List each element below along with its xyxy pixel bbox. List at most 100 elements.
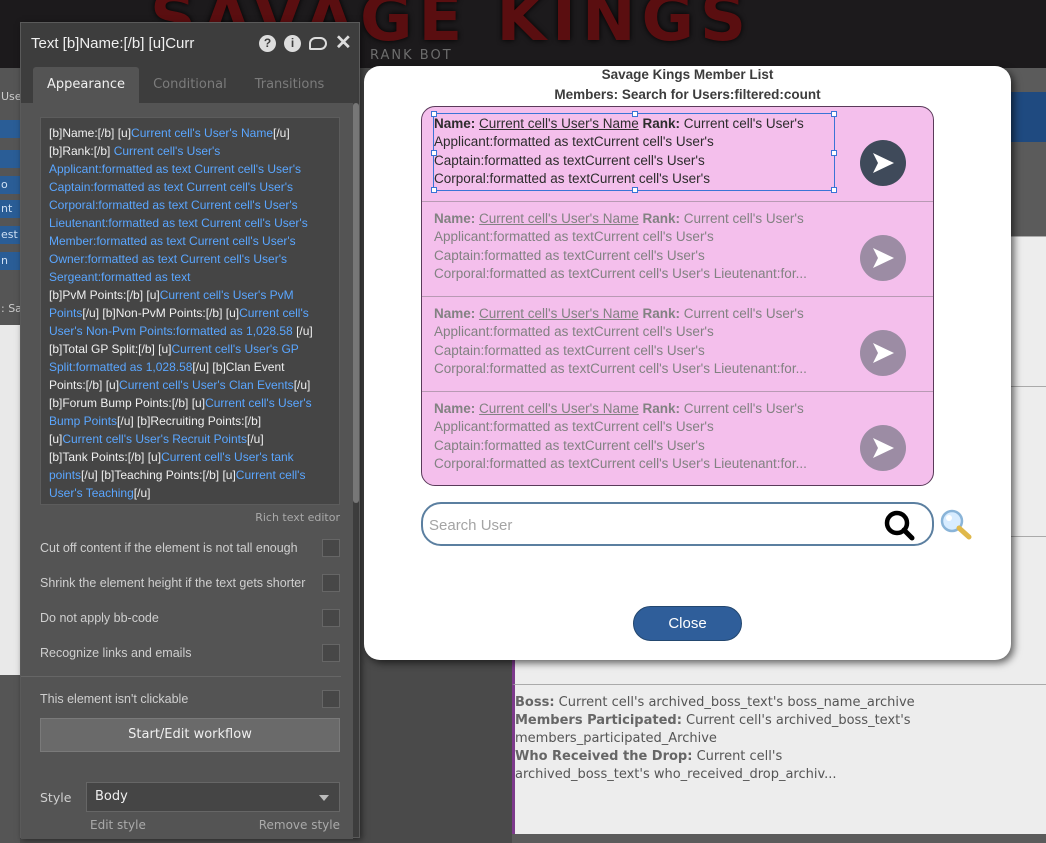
search-user-input[interactable] xyxy=(429,514,869,536)
member-cell[interactable]: Name: Current cell's User's Name Rank: C… xyxy=(422,202,933,297)
tab-appearance[interactable]: Appearance xyxy=(33,67,140,103)
resize-handle[interactable] xyxy=(431,187,437,193)
search-user-box xyxy=(421,502,934,546)
dynamic-expression[interactable]: Lieutenant:formatted as text Current cel… xyxy=(49,216,308,230)
help-icon[interactable]: ? xyxy=(259,34,276,52)
resize-handle[interactable] xyxy=(831,111,837,117)
view-member-button[interactable] xyxy=(860,235,906,281)
option-checkbox[interactable] xyxy=(322,608,340,627)
canvas-left-label[interactable]: Use xyxy=(0,88,20,106)
member-cell[interactable]: Name: Current cell's User's Name Rank: C… xyxy=(422,392,933,485)
panel-scrollbar[interactable] xyxy=(353,103,359,503)
view-member-button[interactable] xyxy=(860,140,906,186)
canvas-left-label[interactable]: : Sa xyxy=(0,300,20,318)
resize-handle[interactable] xyxy=(831,187,837,193)
code-line: Captain:formatted as text Current cell's… xyxy=(49,178,331,196)
resize-handle[interactable] xyxy=(431,111,437,117)
option-shrink-height: Shrink the element height if the text ge… xyxy=(40,565,340,600)
dynamic-expression[interactable]: User's Teaching xyxy=(49,486,134,500)
dynamic-expression[interactable]: Owner:formatted as text Current cell's U… xyxy=(49,252,287,266)
dynamic-expression[interactable]: Captain:formatted as text Current cell's… xyxy=(49,180,293,194)
dynamic-expression[interactable]: Current cell's User's Clan Events xyxy=(119,378,294,392)
selection-box[interactable] xyxy=(431,111,837,193)
remove-style-link[interactable]: Remove style xyxy=(259,818,340,832)
canvas-left-label[interactable]: nt xyxy=(0,200,20,218)
view-member-button[interactable] xyxy=(860,425,906,471)
bbcode-text: [/u] xyxy=(293,378,311,392)
panel-header[interactable]: Text [b]Name:[/b] [u]Curr ? i ✕ xyxy=(21,23,359,63)
code-line: Lieutenant:formatted as text Current cel… xyxy=(49,214,331,232)
member-rank-line: Captain:formatted as textCurrent cell's … xyxy=(434,437,705,453)
tab-conditional[interactable]: Conditional xyxy=(139,67,241,103)
dynamic-expression[interactable]: Corporal:formatted as text Current cell'… xyxy=(49,198,298,212)
dynamic-expression[interactable]: Split:formatted as 1,028.58 xyxy=(49,360,192,374)
dynamic-expression[interactable]: User's Non-Pvm Points:formatted as 1,028… xyxy=(49,324,293,338)
option-checkbox[interactable] xyxy=(322,538,340,557)
search-icon[interactable] xyxy=(883,510,917,542)
popup-subtitle: Members: Search for Users:filtered:count xyxy=(554,87,821,102)
member-text[interactable]: Name: Current cell's User's Name Rank: C… xyxy=(434,400,836,473)
dynamic-expression[interactable]: Current cell's xyxy=(236,468,306,482)
code-line: Bump Points[/u] [b]Recruiting Points:[/b… xyxy=(49,412,331,430)
member-name: Current cell's User's Name xyxy=(479,306,639,321)
resize-handle[interactable] xyxy=(632,111,638,117)
code-line: Member:formatted as text Current cell's … xyxy=(49,232,331,250)
member-rank-line: Applicant:formatted as textCurrent cell'… xyxy=(434,419,714,435)
canvas-left-label[interactable] xyxy=(0,120,20,138)
canvas-left-label[interactable]: est xyxy=(0,226,20,244)
member-rank-line: Corporal:formatted as textCurrent cell's… xyxy=(434,455,807,471)
bbcode-text: [b]Total GP Split:[/b] [u] xyxy=(49,342,172,356)
option-label: Shrink the element height if the text ge… xyxy=(40,575,306,590)
resize-handle[interactable] xyxy=(632,187,638,193)
close-button[interactable]: Close xyxy=(633,606,742,641)
member-text[interactable]: Name: Current cell's User's Name Rank: C… xyxy=(434,305,836,378)
option-recognize-links: Recognize links and emails xyxy=(40,635,340,670)
comment-icon[interactable] xyxy=(309,36,327,50)
dynamic-expression[interactable]: Points xyxy=(49,306,82,320)
magnifier-zoom-icon[interactable] xyxy=(938,507,974,541)
edit-style-link[interactable]: Edit style xyxy=(90,818,146,832)
divider xyxy=(21,676,341,677)
resize-handle[interactable] xyxy=(831,150,837,156)
close-icon[interactable]: ✕ xyxy=(335,33,352,53)
dynamic-expression[interactable]: Current cell's User's PvM xyxy=(160,288,294,302)
option-not-clickable: This element isn't clickable xyxy=(40,681,340,716)
canvas-left-label[interactable]: n xyxy=(0,252,20,270)
member-repeating-group[interactable]: Name: Current cell's User's Name Rank: C… xyxy=(421,106,934,486)
option-checkbox[interactable] xyxy=(322,643,340,662)
bbcode-text: Points:[/b] [u] xyxy=(49,378,120,392)
member-cell[interactable]: Name: Current cell's User's Name Rank: C… xyxy=(422,107,933,202)
resize-handle[interactable] xyxy=(431,150,437,156)
view-member-button[interactable] xyxy=(860,330,906,376)
dynamic-expression[interactable]: Applicant:formatted as text Current cell… xyxy=(49,162,301,176)
start-edit-workflow-button[interactable]: Start/Edit workflow xyxy=(40,718,340,752)
dynamic-expression[interactable]: Bump Points xyxy=(49,414,117,428)
send-arrow-icon xyxy=(873,343,894,363)
canvas-left-label[interactable] xyxy=(0,150,20,168)
dynamic-expression[interactable]: points xyxy=(49,468,81,482)
text-content-editor[interactable]: [b]Name:[/b] [u]Current cell's User's Na… xyxy=(40,117,340,505)
style-dropdown[interactable]: Body xyxy=(86,782,340,812)
dynamic-expression[interactable]: Current cell's User's Recruit Points xyxy=(62,432,247,446)
send-arrow-icon xyxy=(873,438,894,458)
archive-text[interactable]: Boss: Current cell's archived_boss_text'… xyxy=(515,694,915,784)
dynamic-expression[interactable]: Member:formatted as text Current cell's … xyxy=(49,234,296,248)
member-rank-line: Applicant:formatted as textCurrent cell'… xyxy=(434,229,714,245)
code-line: Points:[/b] [u]Current cell's User's Cla… xyxy=(49,376,331,394)
member-cell[interactable]: Name: Current cell's User's Name Rank: C… xyxy=(422,297,933,392)
option-checkbox[interactable] xyxy=(322,573,340,592)
dynamic-expression[interactable]: Sergeant:formatted as text xyxy=(49,270,190,284)
dynamic-expression[interactable]: Current cell's User's xyxy=(114,144,221,158)
canvas-left-label[interactable]: o xyxy=(0,176,20,194)
dynamic-expression[interactable]: Current cell's User's GP xyxy=(172,342,299,356)
info-icon[interactable]: i xyxy=(284,34,301,52)
dynamic-expression[interactable]: Current cell's User's xyxy=(205,396,312,410)
member-name: Current cell's User's Name xyxy=(479,401,639,416)
tab-transitions[interactable]: Transitions xyxy=(241,67,339,103)
member-text[interactable]: Name: Current cell's User's Name Rank: C… xyxy=(434,210,836,283)
dynamic-expression[interactable]: Current cell's User's Name xyxy=(131,126,273,140)
dynamic-expression[interactable]: Current cell's xyxy=(239,306,309,320)
dynamic-expression[interactable]: Current cell's User's tank xyxy=(161,450,294,464)
option-checkbox[interactable] xyxy=(322,689,340,708)
rich-text-editor-link[interactable]: Rich text editor xyxy=(40,511,340,524)
